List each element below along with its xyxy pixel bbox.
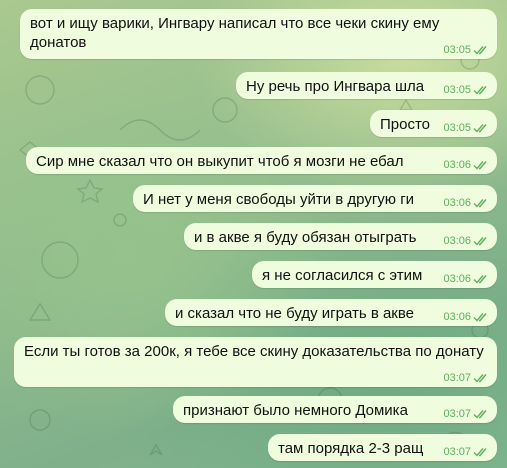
double-check-icon bbox=[473, 46, 487, 55]
double-check-icon bbox=[473, 237, 487, 246]
message-time: 03:06 bbox=[443, 273, 471, 285]
message-bubble[interactable]: признают было немного Домика 03:07 bbox=[173, 396, 497, 423]
message-bubble[interactable]: И нет у меня свободы уйти в другую ги 03… bbox=[133, 185, 497, 212]
message-text: я не согласился с этим bbox=[262, 267, 423, 284]
double-check-icon bbox=[473, 161, 487, 170]
message-time: 03:05 bbox=[443, 122, 471, 134]
message-text: И нет у меня свободы уйти в другую ги bbox=[143, 191, 415, 208]
message-bubble[interactable]: и сказал что не буду играть в акве 03:06 bbox=[165, 299, 497, 326]
message-bubble[interactable]: Сир мне сказал что он выкупит чтоб я моз… bbox=[26, 147, 497, 174]
message-text: Если ты готов за 200к, я тебе все скину … bbox=[24, 343, 484, 360]
message-bubble[interactable]: я не согласился с этим 03:06 bbox=[252, 261, 497, 288]
message-text: и в акве я буду обязан отыграть bbox=[194, 229, 417, 246]
message-text: Ну речь про Ингвара шла bbox=[246, 78, 425, 95]
double-check-icon bbox=[473, 410, 487, 419]
double-check-icon bbox=[473, 124, 487, 133]
double-check-icon bbox=[473, 448, 487, 457]
message-text: там порядка 2-3 ращ bbox=[278, 440, 424, 457]
message-bubble[interactable]: Ну речь про Ингвара шла 03:05 bbox=[236, 72, 497, 99]
message-time: 03:06 bbox=[443, 159, 471, 171]
message-bubble[interactable]: Просто 03:05 bbox=[370, 110, 497, 137]
message-text: Просто bbox=[380, 116, 431, 133]
message-meta: 03:06 bbox=[443, 235, 489, 247]
message-time: 03:07 bbox=[443, 372, 471, 384]
message-meta: 03:07 bbox=[443, 446, 489, 458]
message-meta: 03:05 bbox=[443, 84, 489, 96]
double-check-icon bbox=[473, 86, 487, 95]
message-meta: 03:06 bbox=[443, 159, 489, 171]
message-text: Сир мне сказал что он выкупит чтоб я моз… bbox=[36, 153, 404, 170]
message-bubble[interactable]: вот и ищу варики, Ингвару написал что вс… bbox=[20, 9, 497, 59]
message-meta: 03:06 bbox=[443, 311, 489, 323]
message-meta: 03:07 bbox=[443, 372, 489, 384]
message-time: 03:07 bbox=[443, 446, 471, 458]
double-check-icon bbox=[473, 374, 487, 383]
double-check-icon bbox=[473, 275, 487, 284]
double-check-icon bbox=[473, 313, 487, 322]
message-time: 03:07 bbox=[443, 408, 471, 420]
message-list[interactable]: вот и ищу варики, Ингвару написал что вс… bbox=[0, 0, 507, 468]
message-text: и сказал что не буду играть в акве bbox=[175, 305, 414, 322]
message-time: 03:05 bbox=[443, 84, 471, 96]
message-time: 03:06 bbox=[443, 311, 471, 323]
message-text: вот и ищу варики, Ингвару написал что вс… bbox=[30, 15, 440, 51]
double-check-icon bbox=[473, 199, 487, 208]
message-bubble[interactable]: Если ты готов за 200к, я тебе все скину … bbox=[14, 337, 497, 387]
message-bubble[interactable]: там порядка 2-3 ращ 03:07 bbox=[268, 434, 497, 461]
message-meta: 03:06 bbox=[443, 273, 489, 285]
message-time: 03:06 bbox=[443, 235, 471, 247]
message-meta: 03:07 bbox=[443, 408, 489, 420]
message-meta: 03:05 bbox=[443, 122, 489, 134]
message-meta: 03:06 bbox=[443, 197, 489, 209]
message-meta: 03:05 bbox=[443, 44, 489, 56]
message-time: 03:06 bbox=[443, 197, 471, 209]
message-time: 03:05 bbox=[443, 44, 471, 56]
message-text: признают было немного Домика bbox=[183, 402, 408, 419]
message-bubble[interactable]: и в акве я буду обязан отыграть 03:06 bbox=[184, 223, 497, 250]
